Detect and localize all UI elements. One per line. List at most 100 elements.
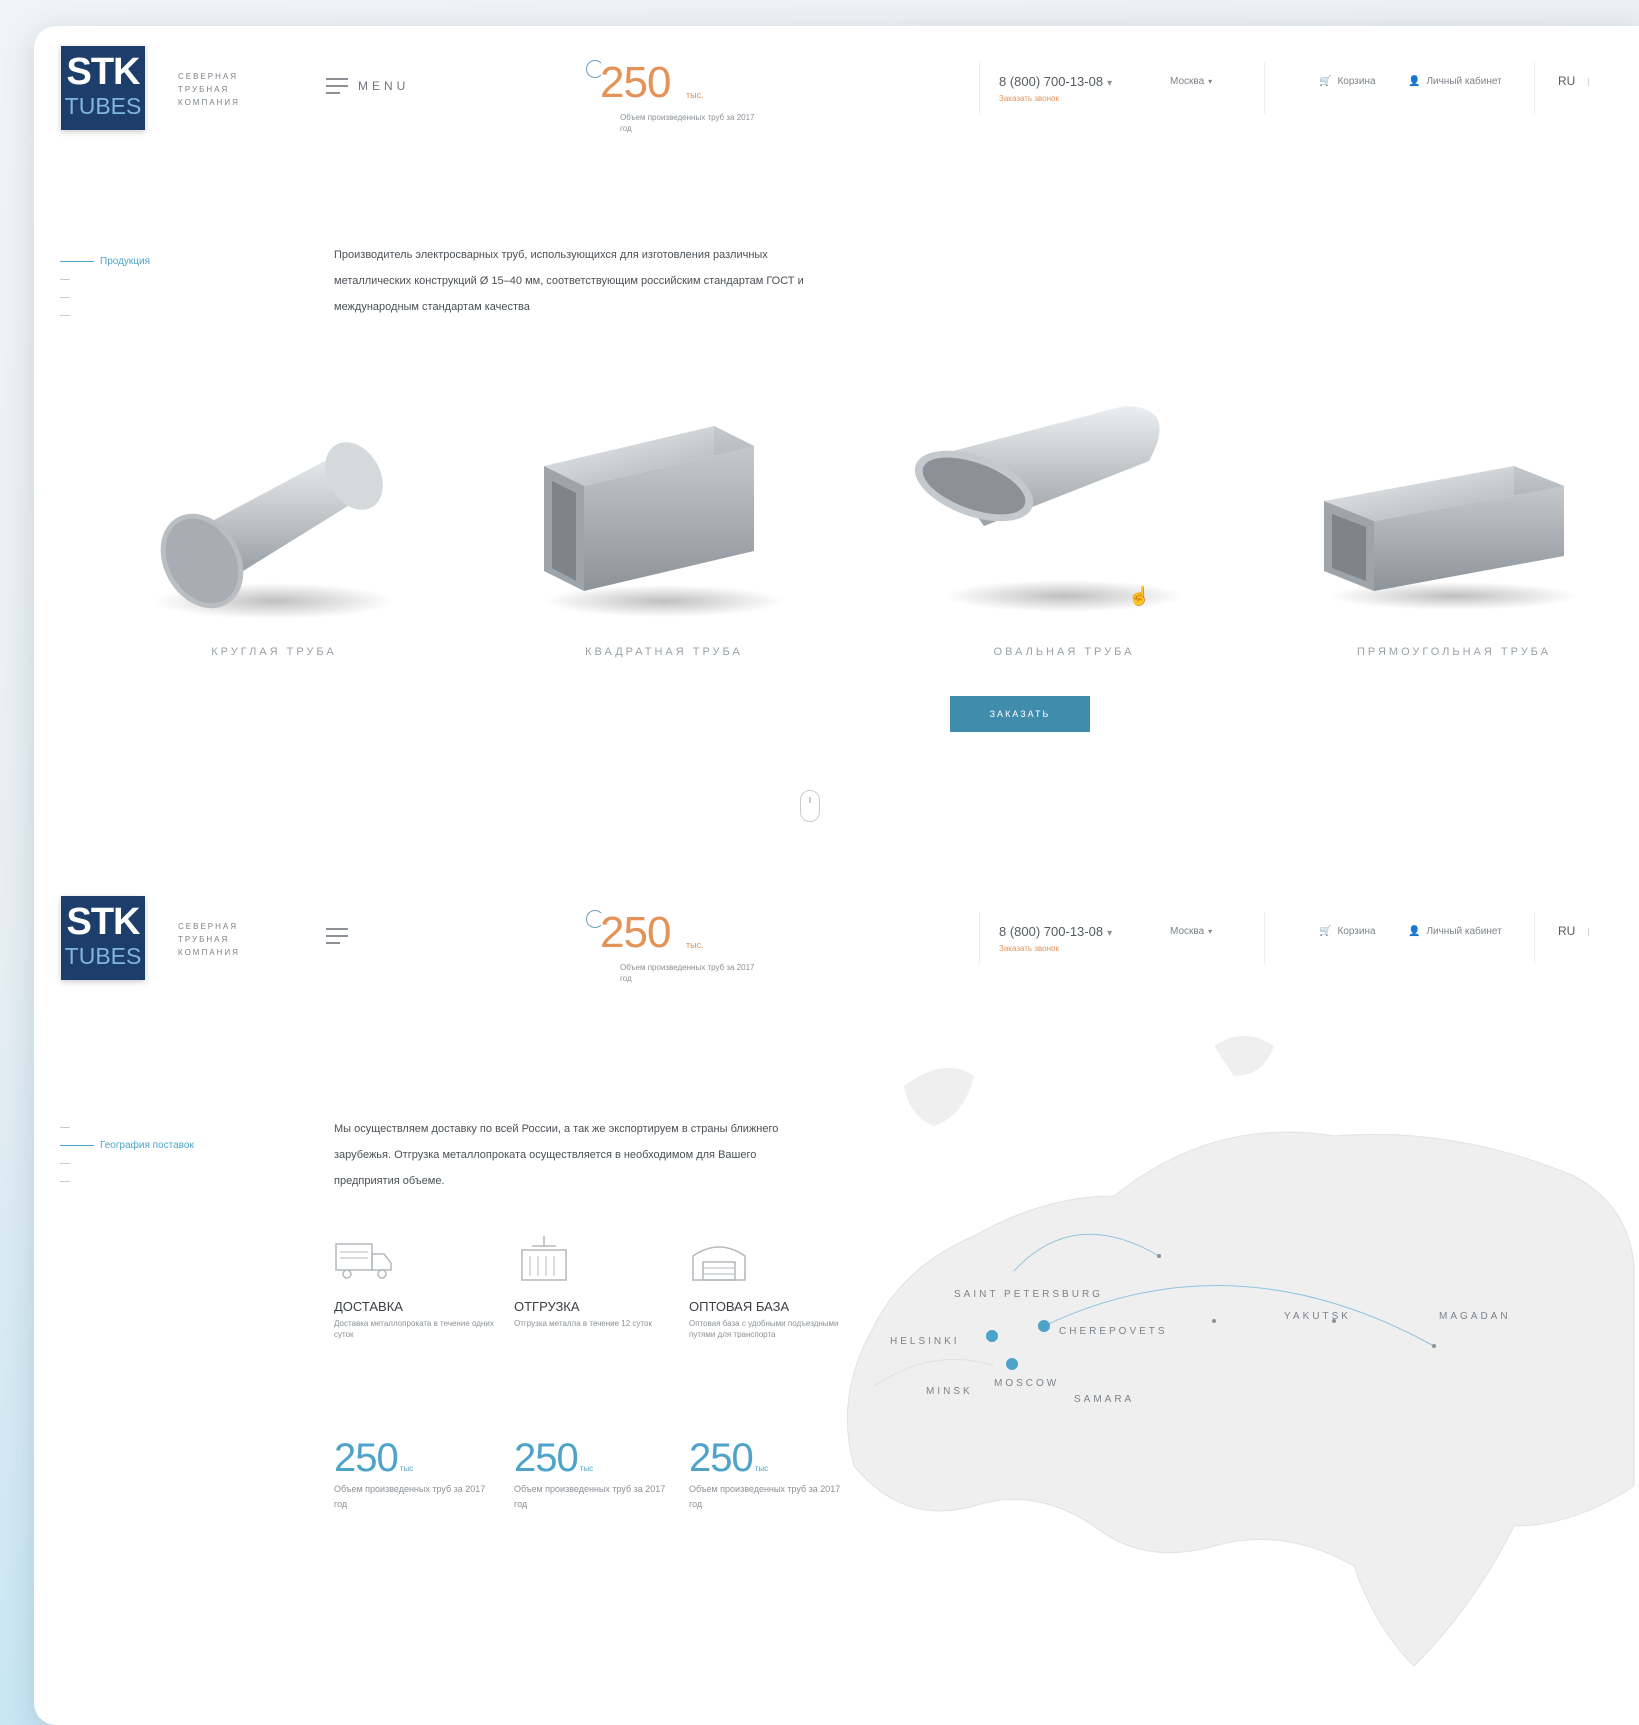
map-city-saint-petersburg[interactable]: SAINT PETERSBURG xyxy=(954,1289,1103,1300)
cart-icon: 🛒 xyxy=(1319,926,1332,937)
phone-number: 8 (800) 700-13-08 xyxy=(999,74,1104,89)
product-label-square[interactable]: КВАДРАТНАЯ ТРУБА xyxy=(514,646,814,658)
cart-link[interactable]: 🛒 Корзина xyxy=(1319,926,1376,937)
container-icon xyxy=(521,1236,567,1281)
product-oval-tube[interactable] xyxy=(914,386,1214,686)
stat-item: 250 тыс Объем произведенных труб за 2017 … xyxy=(514,1436,674,1512)
menu-button[interactable] xyxy=(326,928,348,944)
kpi-description: Объем произведенных труб за 2017 год xyxy=(620,113,755,133)
product-square-tube[interactable] xyxy=(514,386,814,686)
rectangular-tube-image xyxy=(1324,466,1579,610)
chevron-down-icon: ▾ xyxy=(1107,78,1113,89)
language-switch[interactable]: RU xyxy=(1558,74,1575,88)
hamburger-icon xyxy=(326,928,348,944)
stat-item: 250 тыс Объем произведенных труб за 2017 … xyxy=(334,1436,494,1512)
order-button[interactable]: ЗАКАЗАТЬ xyxy=(950,696,1090,732)
lang-divider xyxy=(1588,78,1593,86)
callback-link[interactable]: Заказать звонок xyxy=(999,944,1059,953)
map-city-moscow[interactable]: MOSCOW xyxy=(994,1378,1059,1389)
products-intro: Производитель электросварных труб, испол… xyxy=(334,249,804,313)
product-label-rectangular[interactable]: ПРЯМОУГОЛЬНАЯ ТРУБА xyxy=(1304,646,1604,658)
stat-unit: тыс xyxy=(579,1464,594,1473)
city-select[interactable]: Москва ▾ xyxy=(1170,926,1212,937)
phone-dropdown[interactable]: 8 (800) 700-13-08 ▾ xyxy=(999,924,1112,939)
map-city-cherepovets[interactable]: CHEREPOVETS xyxy=(1059,1326,1168,1337)
product-rectangular-tube[interactable] xyxy=(1304,386,1604,686)
feature-title: ОТГРУЗКА xyxy=(514,1299,580,1314)
eurasia-map xyxy=(846,1036,1635,1667)
kpi-value: 250 xyxy=(600,58,671,107)
phone-dropdown[interactable]: 8 (800) 700-13-08 ▾ xyxy=(999,74,1112,89)
section-nav-item[interactable] xyxy=(60,1154,194,1172)
map-city-magadan[interactable]: MAGADAN xyxy=(1439,1311,1511,1322)
account-link[interactable]: 👤 Личный кабинет xyxy=(1408,926,1502,937)
section-nav-item[interactable] xyxy=(60,1118,194,1136)
map-city-helsinki[interactable]: HELSINKI xyxy=(890,1336,960,1347)
lang-divider xyxy=(1588,928,1593,936)
cart-label: Корзина xyxy=(1337,76,1376,87)
section-nav-item[interactable] xyxy=(60,306,150,324)
kpi-unit: тыс. xyxy=(686,90,704,100)
logo-bottom-text: TUBES xyxy=(64,93,142,119)
section-nav-item[interactable] xyxy=(60,1172,194,1190)
header-divider xyxy=(979,912,980,964)
products-section: STK TUBES СЕВЕРНАЯ ТРУБНАЯ КОМПАНИЯ MENU… xyxy=(34,26,1639,871)
stat-unit: тыс xyxy=(754,1464,769,1473)
warehouse-icon xyxy=(692,1246,746,1281)
phone-number: 8 (800) 700-13-08 xyxy=(999,924,1104,939)
company-tagline: СЕВЕРНАЯ ТРУБНАЯ КОМПАНИЯ xyxy=(178,922,240,957)
account-label: Личный кабинет xyxy=(1426,76,1502,87)
logo-bottom-text: TUBES xyxy=(64,943,142,969)
kpi-value: 250 xyxy=(600,908,671,957)
stat-value: 250 xyxy=(689,1436,754,1480)
user-icon: 👤 xyxy=(1408,76,1421,87)
product-round-tube[interactable] xyxy=(124,386,424,686)
square-tube-image xyxy=(544,426,784,617)
section-nav-item[interactable] xyxy=(60,288,150,306)
product-label-oval[interactable]: ОВАЛЬНАЯ ТРУБА xyxy=(914,646,1214,658)
feature-shipment: ОТГРУЗКА Отгрузка металла в течение 12 с… xyxy=(514,1236,674,1329)
feature-description: Доставка металлопроката в течение одних … xyxy=(334,1319,494,1339)
section-nav: Продукция xyxy=(60,252,150,324)
kpi-description: Объем произведенных труб за 2017 год xyxy=(620,963,755,983)
cart-label: Корзина xyxy=(1337,926,1376,937)
truck-icon xyxy=(335,1243,392,1279)
delivery-intro: Мы осуществляем доставку по всей России,… xyxy=(334,1123,779,1187)
account-link[interactable]: 👤 Личный кабинет xyxy=(1408,76,1502,87)
cart-link[interactable]: 🛒 Корзина xyxy=(1319,76,1376,87)
scroll-mouse-icon[interactable] xyxy=(800,790,820,822)
callback-link[interactable]: Заказать звонок xyxy=(999,94,1059,103)
logo-top-text: STK xyxy=(66,51,141,93)
menu-label: MENU xyxy=(358,79,410,93)
section-nav-item-products[interactable]: Продукция xyxy=(60,252,150,270)
map-city-samara[interactable]: SAMARA xyxy=(1074,1394,1134,1405)
browser-frame: STK TUBES СЕВЕРНАЯ ТРУБНАЯ КОМПАНИЯ MENU… xyxy=(34,26,1639,1725)
map-city-yakutsk[interactable]: YAKUTSK xyxy=(1284,1311,1351,1322)
stat-description: Объем произведенных труб за 2017 год xyxy=(514,1484,666,1509)
menu-button[interactable]: MENU xyxy=(326,78,409,94)
product-label-round[interactable]: КРУГЛАЯ ТРУБА xyxy=(124,646,424,658)
pointer-hand-icon: ☝ xyxy=(1128,586,1151,606)
stat-value: 250 xyxy=(334,1436,399,1480)
feature-delivery: ДОСТАВКА Доставка металлопроката в течен… xyxy=(334,1236,494,1340)
logo[interactable]: STK TUBES xyxy=(61,896,145,980)
map-city-minsk[interactable]: MINSK xyxy=(926,1386,973,1397)
city-label: Москва xyxy=(1170,926,1205,937)
chevron-down-icon: ▾ xyxy=(1208,927,1213,936)
stat-value: 250 xyxy=(514,1436,579,1480)
section-nav-item[interactable] xyxy=(60,270,150,288)
cart-icon: 🛒 xyxy=(1319,76,1332,87)
city-select[interactable]: Москва ▾ xyxy=(1170,76,1212,87)
hamburger-icon xyxy=(326,78,348,94)
language-switch[interactable]: RU xyxy=(1558,924,1575,938)
logo-top-text: STK xyxy=(66,901,141,943)
logo[interactable]: STK TUBES xyxy=(61,46,145,130)
account-label: Личный кабинет xyxy=(1426,926,1502,937)
round-tube-image xyxy=(154,442,394,619)
delivery-map: SAINT PETERSBURG HELSINKI CHEREPOVETS MI… xyxy=(814,966,1639,1696)
header-divider xyxy=(1264,912,1265,964)
section-nav-item-geography[interactable]: География поставок xyxy=(60,1136,194,1154)
header-divider xyxy=(1264,62,1265,114)
delivery-section: STK TUBES СЕВЕРНАЯ ТРУБНАЯ КОМПАНИЯ 250 … xyxy=(34,876,1639,1725)
section-nav: География поставок xyxy=(60,1118,194,1190)
